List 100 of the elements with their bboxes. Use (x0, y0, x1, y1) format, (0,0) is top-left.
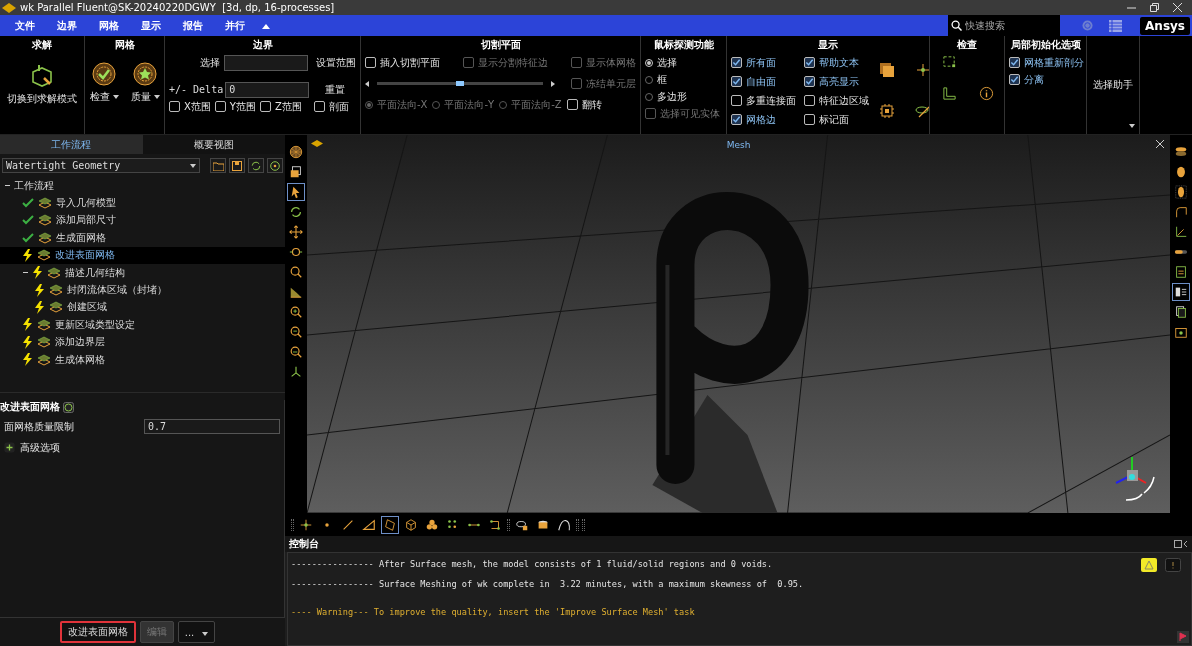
checkbox[interactable] (313, 101, 325, 112)
menu-item[interactable]: 并行 (214, 18, 256, 33)
checkbox[interactable] (804, 57, 815, 68)
switch-mode-button[interactable]: 切换到求解模式 (4, 62, 80, 108)
close-icon[interactable] (1173, 3, 1182, 12)
delta-field[interactable]: 0 (225, 81, 310, 98)
search-icon (951, 20, 963, 31)
checkbox[interactable] (259, 101, 271, 112)
menu-item[interactable]: 报告 (172, 18, 214, 33)
tree-item[interactable]: 工作流程 (0, 177, 285, 195)
advanced-options-label: 高级选项 (20, 440, 60, 455)
tree-item[interactable]: 导入几何模型 (0, 194, 285, 212)
restore-icon[interactable] (1150, 3, 1159, 12)
workflow-dropdown[interactable]: Watertight Geometry (2, 158, 200, 173)
checkbox-label: 翻转 (581, 97, 602, 112)
slider-track[interactable] (377, 82, 543, 85)
tree-item[interactable]: 描述几何结构 (0, 263, 285, 282)
radio-label: 选择 (657, 55, 677, 70)
hide-eye-icon[interactable] (915, 103, 929, 119)
close-icon[interactable] (1156, 140, 1164, 148)
tree-item-label: 描述几何结构 (65, 265, 125, 280)
ruler-corner-icon[interactable] (942, 86, 957, 101)
set-range-button[interactable]: 设置范围 (316, 55, 356, 70)
radio-label: 平面法向-Z (511, 97, 562, 112)
checkbox[interactable] (169, 101, 180, 112)
face-outline-icon[interactable] (381, 515, 399, 534)
checkbox-label: 剖面 (328, 99, 349, 114)
panel-list-icon[interactable] (1172, 283, 1190, 301)
tree-item[interactable]: 生成体网格 (0, 350, 285, 369)
menu-item[interactable]: 显示 (130, 18, 172, 33)
quality-limit-field[interactable]: 0.7 (144, 419, 280, 434)
tree-item[interactable]: 改进表面网格 (0, 246, 285, 264)
checkbox[interactable] (731, 57, 742, 68)
tree-item-label: 导入几何模型 (56, 196, 116, 211)
caret-icon (190, 163, 196, 168)
square-stack-icon[interactable] (879, 62, 895, 78)
mesh-tile-icon (46, 265, 62, 280)
chip-icon[interactable] (879, 103, 895, 119)
ellipse-dotted-icon[interactable] (1172, 183, 1190, 201)
checkbox[interactable] (1009, 74, 1020, 85)
checkbox[interactable] (804, 95, 815, 106)
slider-thumb[interactable] (456, 81, 464, 86)
open-folder-icon[interactable] (210, 158, 226, 173)
checkbox-label: 选择可见实体 (660, 106, 720, 121)
checkbox[interactable] (731, 76, 742, 87)
checkbox[interactable] (731, 114, 742, 125)
tree-item[interactable]: 生成面网格 (0, 229, 285, 247)
selection-helper-button[interactable]: 选择助手 (1093, 78, 1133, 92)
viewport-logo-icon (311, 140, 323, 147)
checkbox-label: 多重连接面 (746, 93, 796, 108)
check-mesh-button[interactable]: 检查 (87, 60, 121, 106)
panel-tab[interactable]: 概要视图 (142, 135, 285, 154)
checkbox-label: 自由面 (746, 74, 776, 89)
reset-button[interactable]: 重置 (325, 82, 346, 97)
window-title: wk Parallel Fluent@SK-20240220DGWY [3d, dp, 16-processes] (20, 2, 336, 13)
flag-icon[interactable] (1177, 631, 1189, 643)
search-input[interactable]: 快速搜索 (965, 20, 1056, 31)
arrow-left-icon[interactable] (365, 80, 369, 87)
menu-item[interactable]: 文件 (4, 18, 46, 33)
checkbox[interactable] (1009, 57, 1020, 68)
checkbox[interactable] (214, 101, 226, 112)
pan-icon[interactable] (287, 223, 305, 241)
save-icon[interactable] (229, 158, 245, 173)
group-title: 边界 (252, 38, 273, 52)
tree-item[interactable]: 添加局部尺寸 (0, 211, 285, 230)
expand-icon[interactable] (4, 442, 15, 453)
checkbox-label: Y范围 (229, 99, 256, 114)
checkbox[interactable] (731, 95, 742, 106)
collapse-ribbon-icon[interactable] (262, 22, 270, 29)
info-icon[interactable] (979, 86, 994, 101)
mesh-tile-icon (36, 335, 52, 350)
checkbox[interactable] (566, 99, 578, 110)
caret-icon (153, 95, 160, 99)
panel-options-icon[interactable] (1174, 540, 1188, 548)
checkbox[interactable] (804, 114, 815, 125)
arrow-right-icon[interactable] (551, 80, 555, 87)
more-dropdown[interactable]: ... (177, 621, 216, 643)
action-button[interactable]: 改进表面网格 (59, 621, 136, 643)
select-field[interactable] (224, 54, 308, 71)
tree-item[interactable]: 添加边界层 (0, 333, 285, 351)
menu-item[interactable]: 边界 (46, 18, 88, 33)
console-title: 控制台 (289, 537, 319, 551)
refresh-icon[interactable] (248, 158, 264, 173)
list-icon[interactable] (1109, 19, 1123, 32)
mesh-quality-button[interactable]: 质量 (128, 60, 162, 106)
cursor-icon[interactable] (287, 183, 305, 201)
panel-tab[interactable]: 工作流程 (0, 135, 143, 154)
expand-ribbon-icon (1129, 124, 1135, 128)
menu-item[interactable]: 网格 (88, 18, 130, 33)
checkbox[interactable] (365, 57, 376, 68)
radio-label: 多边形 (657, 89, 687, 104)
tree-item[interactable]: 封闭流体区域（封堵） (0, 281, 285, 299)
mesh-tile-icon (48, 283, 64, 298)
tree-item[interactable]: 更新区域类型设定 (0, 316, 285, 334)
search-field[interactable]: 快速搜索 (948, 15, 1061, 36)
checkbox[interactable] (804, 76, 815, 87)
bounding-box-icon[interactable] (942, 54, 957, 69)
mesh-ball-icon[interactable] (287, 143, 305, 161)
group-title: 显示 (818, 38, 838, 52)
tree-item[interactable]: 创建区域 (0, 298, 285, 317)
